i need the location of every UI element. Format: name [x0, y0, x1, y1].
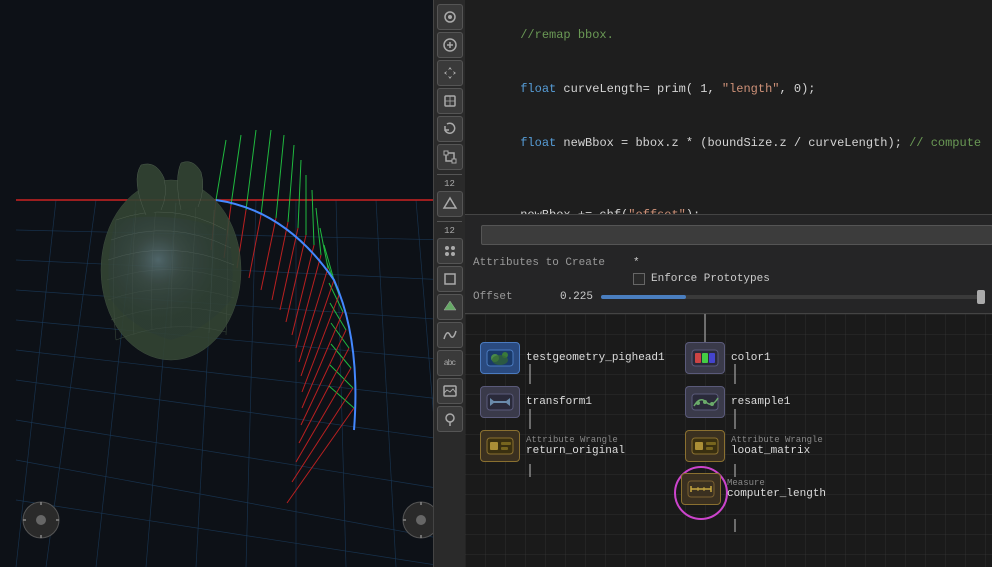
enforce-label: Enforce Prototypes — [651, 273, 985, 285]
label-12-1: 12 — [437, 179, 463, 189]
offset-label: Offset — [473, 291, 533, 303]
scale-button[interactable] — [437, 144, 463, 170]
pin-button[interactable] — [437, 406, 463, 432]
offset-value: 0.225 — [533, 291, 593, 303]
image-button[interactable] — [437, 378, 463, 404]
code-line-1: float curveLength= prim( 1, "length", 0)… — [477, 62, 981, 116]
node-name-testgeometry: testgeometry_pighead1 — [526, 352, 665, 364]
offset-slider-thumb[interactable] — [977, 290, 985, 304]
offset-slider-fill — [601, 295, 686, 299]
node-type-looat-matrix: Attribute Wrangle — [731, 435, 823, 445]
properties-search[interactable] — [481, 225, 992, 245]
code-line-comment: //remap bbox. — [477, 8, 981, 62]
rotate-button[interactable] — [437, 116, 463, 142]
label-12-2: 12 — [437, 226, 463, 236]
right-panel: //remap bbox. float curveLength= prim( 1… — [465, 0, 992, 567]
code-line-3: newBbox += chf("offset"); — [477, 188, 981, 215]
enforce-row: Enforce Prototypes — [465, 271, 992, 287]
viewport-toolbar: 12 12 abc — [433, 0, 465, 567]
node-info-resample1: resample1 — [731, 396, 790, 408]
node-icon-computer-length — [681, 473, 721, 505]
node-resample1[interactable]: resample1 — [685, 386, 790, 418]
node-return-original[interactable]: Attribute Wrangle return_original — [480, 430, 625, 462]
attributes-label: Attributes to Create — [473, 257, 633, 269]
snap-button[interactable] — [437, 191, 463, 217]
offset-row: Offset 0.225 — [465, 287, 992, 307]
node-icon-transform1 — [480, 386, 520, 418]
text-button[interactable]: abc — [437, 350, 463, 376]
node-color1[interactable]: color1 — [685, 342, 771, 374]
node-name-transform1: transform1 — [526, 396, 592, 408]
node-info-testgeometry: testgeometry_pighead1 — [526, 352, 665, 364]
node-type-computer-length: Measure — [727, 478, 826, 488]
measure-highlight-container: Measure computer_length — [681, 473, 826, 505]
properties-panel: Attributes to Create * Enforce Prototype… — [465, 215, 992, 314]
edges-button[interactable] — [437, 266, 463, 292]
node-name-color1: color1 — [731, 352, 771, 364]
node-looat-matrix[interactable]: Attribute Wrangle looat_matrix — [685, 430, 823, 462]
offset-slider[interactable] — [601, 295, 985, 299]
node-info-transform1: transform1 — [526, 396, 592, 408]
node-icon-looat-matrix — [685, 430, 725, 462]
node-testgeometry[interactable]: testgeometry_pighead1 — [480, 342, 665, 374]
node-graph[interactable]: testgeometry_pighead1 color1 — [465, 314, 992, 567]
node-icon-return-original — [480, 430, 520, 462]
separator-1 — [437, 174, 462, 175]
node-name-resample1: resample1 — [731, 396, 790, 408]
node-info-looat-matrix: Attribute Wrangle looat_matrix — [731, 435, 823, 457]
node-name-computer-length: computer_length — [727, 488, 826, 500]
node-info-return-original: Attribute Wrangle return_original — [526, 435, 625, 457]
node-type-return-original: Attribute Wrangle — [526, 435, 625, 445]
separator-2 — [437, 221, 462, 222]
node-transform1[interactable]: transform1 — [480, 386, 592, 418]
add-button[interactable] — [437, 32, 463, 58]
points-button[interactable] — [437, 238, 463, 264]
node-icon-color1 — [685, 342, 725, 374]
move-button[interactable] — [437, 60, 463, 86]
node-name-return-original: return_original — [526, 445, 625, 457]
node-computer-length[interactable]: Measure computer_length — [681, 473, 826, 505]
node-info-computer-length: Measure computer_length — [727, 478, 826, 500]
curve-button[interactable] — [437, 322, 463, 348]
node-info-color1: color1 — [731, 352, 771, 364]
node-icon-resample1 — [685, 386, 725, 418]
node-name-looat-matrix: looat_matrix — [731, 445, 823, 457]
code-line-blank-1 — [477, 170, 981, 188]
select-button[interactable] — [437, 88, 463, 114]
enforce-checkbox[interactable] — [633, 273, 645, 285]
code-line-2: float newBbox = bbox.z * (boundSize.z / … — [477, 116, 981, 170]
faces-button[interactable] — [437, 294, 463, 320]
code-editor[interactable]: //remap bbox. float curveLength= prim( 1… — [465, 0, 992, 215]
attributes-value: * — [633, 257, 985, 269]
viewport-3d[interactable]: 12 12 abc — [0, 0, 465, 567]
view-button[interactable] — [437, 4, 463, 30]
attributes-row: Attributes to Create * — [465, 255, 992, 271]
node-icon-testgeometry — [480, 342, 520, 374]
